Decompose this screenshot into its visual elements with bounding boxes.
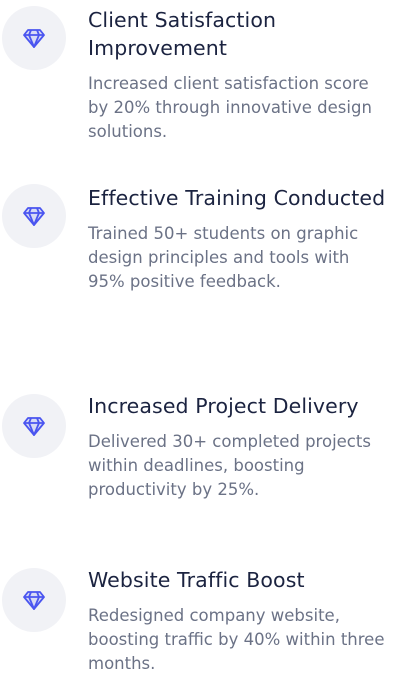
diamond-icon <box>22 414 46 438</box>
icon-badge <box>2 6 66 70</box>
achievement-text: Increased Project Delivery Delivered 30+… <box>88 392 388 502</box>
achievement-text: Effective Training Conducted Trained 50+… <box>88 184 388 294</box>
achievement-description: Delivered 30+ completed projects within … <box>88 432 371 499</box>
achievement-title: Increased Project Delivery <box>88 394 359 418</box>
diamond-icon <box>22 588 46 612</box>
achievement-description: Increased client satisfaction score by 2… <box>88 74 372 141</box>
achievement-title: Effective Training Conducted <box>88 186 386 210</box>
achievement-title: Client Satisfaction Improvement <box>88 8 277 60</box>
achievements-list: Client Satisfaction Improvement Increase… <box>0 0 396 686</box>
icon-badge <box>2 394 66 458</box>
achievement-title: Website Traffic Boost <box>88 568 305 592</box>
diamond-icon <box>22 204 46 228</box>
achievement-text: Client Satisfaction Improvement Increase… <box>88 6 388 144</box>
icon-badge <box>2 568 66 632</box>
icon-badge <box>2 184 66 248</box>
achievement-description: Redesigned company website, boosting tra… <box>88 606 385 673</box>
diamond-icon <box>22 26 46 50</box>
achievement-text: Website Traffic Boost Redesigned company… <box>88 566 388 676</box>
achievement-description: Trained 50+ students on graphic design p… <box>88 224 359 291</box>
